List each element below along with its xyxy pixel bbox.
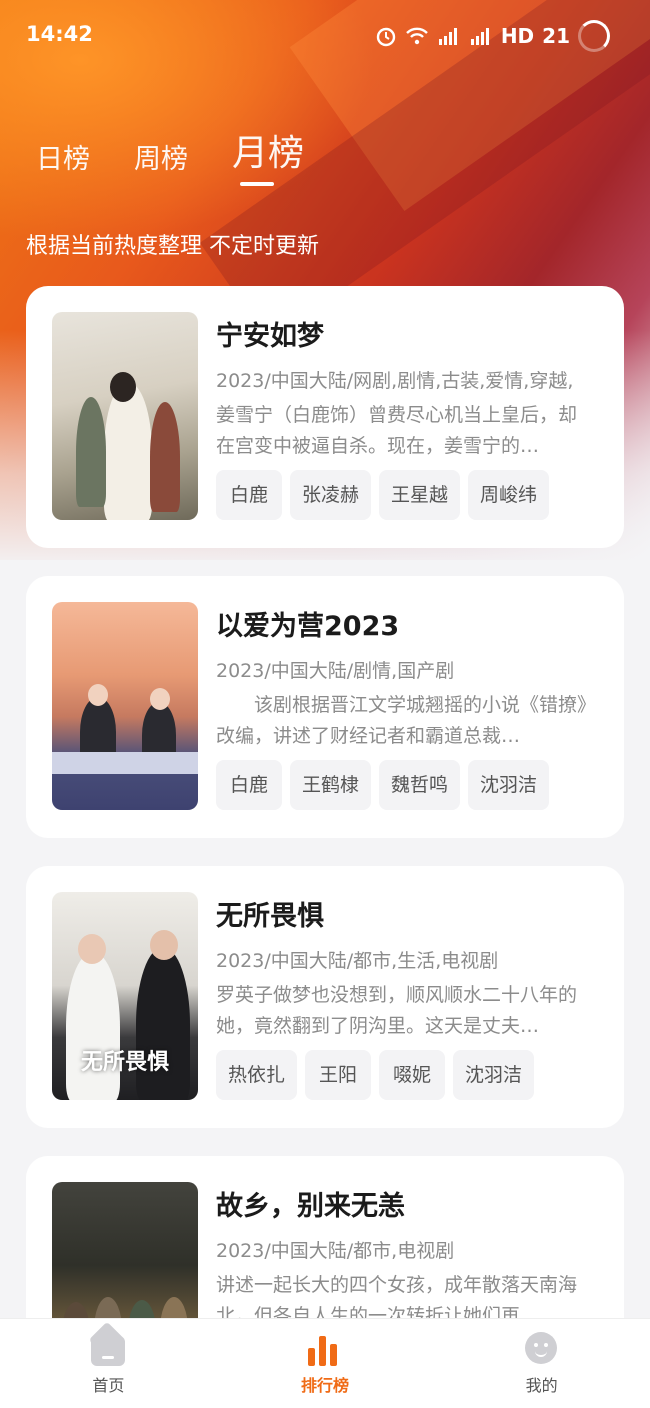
list-item[interactable]: 宁安如梦 2023/中国大陆/网剧,剧情,古装,爱情,穿越, 姜雪宁（白鹿饰）曾… [26, 286, 624, 548]
poster-image[interactable]: 无所畏惧 [52, 892, 198, 1100]
ranking-list: 宁安如梦 2023/中国大陆/网剧,剧情,古装,爱情,穿越, 姜雪宁（白鹿饰）曾… [26, 286, 624, 1408]
bottom-nav: 首页 排行榜 我的 [0, 1318, 650, 1408]
item-description: 罗英子做梦也没想到，顺风顺水二十八年的她，竟然翻到了阴沟里。这天是丈夫… [216, 984, 578, 1037]
cast-chips: 白鹿 王鹤棣 魏哲鸣 沈羽洁 [216, 760, 550, 810]
cast-chip[interactable]: 魏哲鸣 [379, 760, 461, 810]
home-icon [91, 1332, 126, 1366]
battery-level: 21 [542, 24, 570, 48]
item-meta: 2023/中国大陆/剧情,国产剧 [216, 660, 455, 682]
item-description: 该剧根据晋江文学城翘摇的小说《错撩》改编，讲述了财经记者和霸道总裁… [216, 694, 587, 747]
tab-daily[interactable]: 日榜 [36, 137, 90, 180]
rank-period-tabs: 日榜 周榜 月榜 [36, 120, 304, 180]
tab-weekly[interactable]: 周榜 [134, 137, 188, 180]
item-description: 姜雪宁（白鹿饰）曾费尽心机当上皇后，却在宫变中被逼自杀。现在，姜雪宁的… [216, 404, 578, 457]
wifi-icon [405, 24, 429, 48]
nav-label: 首页 [92, 1375, 125, 1395]
cast-chips: 白鹿 张凌赫 王星越 周峻纬 [216, 470, 550, 520]
battery-icon [578, 20, 610, 52]
cast-chip[interactable]: 王阳 [305, 1050, 372, 1100]
nav-home[interactable]: 首页 [48, 1332, 168, 1396]
cast-chip[interactable]: 啜妮 [379, 1050, 446, 1100]
nav-label: 排行榜 [300, 1375, 349, 1395]
cast-chip[interactable]: 白鹿 [216, 470, 282, 520]
nav-profile[interactable]: 我的 [482, 1331, 602, 1396]
cast-chip[interactable]: 周峻纬 [468, 470, 550, 520]
cast-chips: 热依扎 王阳 啜妮 沈羽洁 [216, 1050, 535, 1100]
item-title[interactable]: 宁安如梦 [216, 314, 324, 353]
signal-icon [437, 24, 461, 48]
cast-chip[interactable]: 热依扎 [216, 1050, 298, 1100]
item-title[interactable]: 以爱为营2023 [216, 604, 399, 643]
cast-chip[interactable]: 白鹿 [216, 760, 282, 810]
list-item[interactable]: 无所畏惧 无所畏惧 2023/中国大陆/都市,生活,电视剧 罗英子做梦也没想到，… [26, 866, 624, 1128]
nav-label: 我的 [525, 1375, 558, 1395]
item-title[interactable]: 故乡，别来无恙 [216, 1184, 405, 1223]
signal-icon [469, 24, 493, 48]
list-item[interactable]: 以爱为营2023 2023/中国大陆/剧情,国产剧 该剧根据晋江文学城翘摇的小说… [26, 576, 624, 838]
cast-chip[interactable]: 沈羽洁 [453, 1050, 535, 1100]
ranking-subtitle: 根据当前热度整理 不定时更新 [26, 234, 319, 259]
cast-chip[interactable]: 张凌赫 [290, 470, 372, 520]
cast-chip[interactable]: 王星越 [379, 470, 461, 520]
tab-monthly[interactable]: 月榜 [232, 124, 304, 180]
status-icons: HD 21 [375, 20, 610, 52]
item-meta: 2023/中国大陆/网剧,剧情,古装,爱情,穿越, [216, 370, 574, 392]
nav-ranking[interactable]: 排行榜 [265, 1332, 385, 1396]
item-title[interactable]: 无所畏惧 [216, 894, 324, 933]
item-meta: 2023/中国大陆/都市,生活,电视剧 [216, 950, 499, 972]
status-bar: 14:42 HD 21 [0, 0, 650, 70]
alarm-icon [375, 24, 397, 48]
network-type: HD [500, 24, 535, 48]
poster-image[interactable] [52, 602, 198, 810]
cast-chip[interactable]: 沈羽洁 [468, 760, 550, 810]
status-time: 14:42 [26, 22, 93, 46]
profile-icon [524, 1331, 559, 1366]
active-tab-indicator [240, 182, 274, 186]
poster-image[interactable] [52, 312, 198, 520]
cast-chip[interactable]: 王鹤棣 [290, 760, 372, 810]
item-meta: 2023/中国大陆/都市,电视剧 [216, 1240, 455, 1262]
poster-caption: 无所畏惧 [80, 1050, 169, 1075]
ranking-icon [307, 1332, 342, 1366]
